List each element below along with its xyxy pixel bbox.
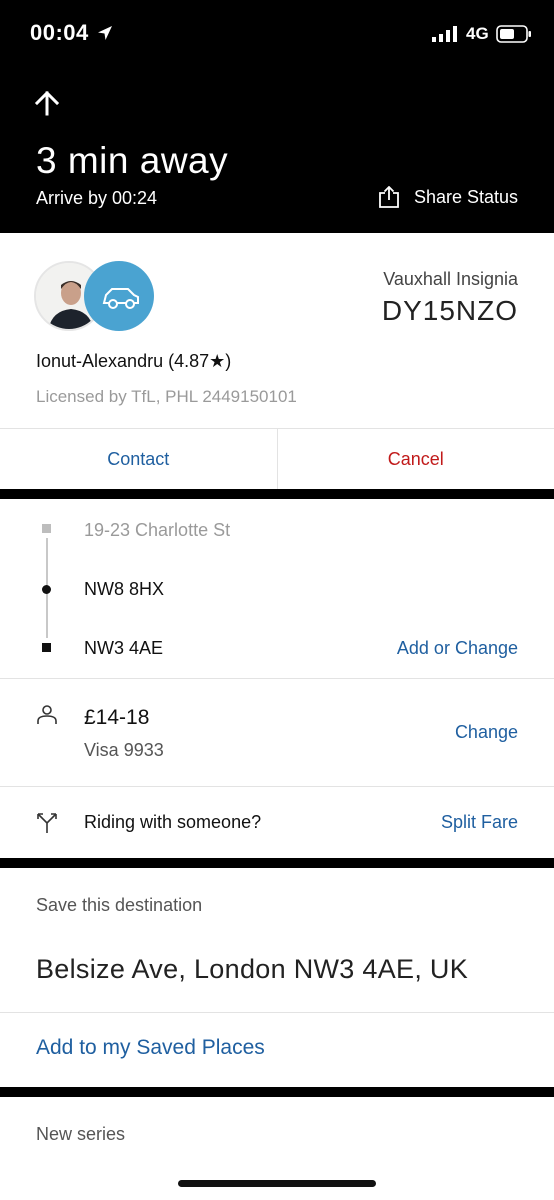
location-arrow-icon [98,26,112,40]
eta-title: 3 min away [36,140,229,181]
driver-card: Vauxhall Insignia DY15NZO Ionut-Alexandr… [0,233,554,428]
cancel-button[interactable]: Cancel [278,429,554,489]
fare-estimate: £14-18 [84,706,150,729]
share-status-label: Share Status [413,186,518,207]
car-icon [102,288,139,309]
pickup-marker-icon [42,524,51,533]
licence-plate: DY15NZO [381,295,518,326]
split-icon [37,813,57,833]
riding-with-someone: Riding with someone? [84,812,262,832]
destination-marker-icon [42,643,51,652]
divider [0,1012,554,1013]
add-or-change-button[interactable]: Add or Change [397,638,518,659]
split-fare-button[interactable]: Split Fare [441,812,518,833]
trip-header: 00:04 4G 3 min away Arrive by 00:24 Shar… [0,0,554,233]
vehicle-badge [84,261,154,331]
person-icon [37,705,57,724]
section-separator [0,489,554,499]
destination-address: NW3 4AE [84,638,164,658]
share-icon [379,186,399,208]
network-type: 4G [466,24,489,43]
change-payment-button[interactable]: Change [455,722,518,743]
destination-full-address: Belsize Ave, London NW3 4AE, UK [36,954,469,984]
driver-licence: Licensed by TfL, PHL 2449150101 [36,387,297,406]
driver-name-rating: Ionut-Alexandru (4.87★) [36,351,232,371]
save-destination-title: Save this destination [36,895,203,915]
arrive-by: Arrive by 00:24 [36,188,158,208]
pickup-address: 19-23 Charlotte St [84,520,231,540]
signal-icon [432,26,457,42]
divider [0,678,554,679]
status-time: 00:04 [30,20,89,45]
payment-method: Visa 9933 [84,740,164,760]
stop-address: NW8 8HX [84,579,165,599]
share-status-button[interactable]: Share Status [378,186,518,208]
section-separator [0,1087,554,1097]
section-separator [0,858,554,868]
up-arrow-icon[interactable] [34,90,60,116]
home-indicator[interactable] [178,1180,376,1187]
stop-marker-icon [42,585,51,594]
car-model: Vauxhall Insignia [383,269,518,289]
add-to-saved-places-button[interactable]: Add to my Saved Places [36,1036,265,1060]
contact-button[interactable]: Contact [0,429,278,489]
new-series-title: New series [36,1124,126,1144]
battery-icon [496,25,531,43]
divider [0,786,554,787]
driver-actions: Contact Cancel [0,429,554,489]
status-bar: 00:04 4G [0,0,554,70]
